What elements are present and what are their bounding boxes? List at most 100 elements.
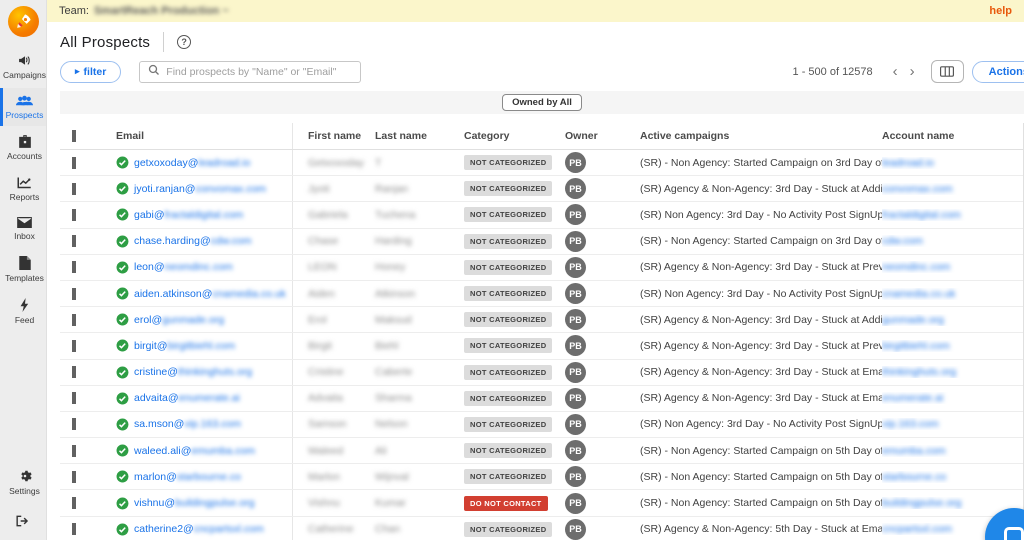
owner-avatar[interactable]: PB <box>565 335 586 357</box>
row-checkbox[interactable] <box>72 287 76 300</box>
actions-button[interactable]: Actions <box>971 60 1024 83</box>
first-name-cell: Birgit <box>308 339 332 352</box>
account-name-link[interactable]: cdw.com <box>882 235 923 247</box>
sidebar-item-accounts[interactable]: Accounts <box>0 128 46 167</box>
owner-avatar[interactable]: PB <box>565 387 586 409</box>
owner-avatar[interactable]: PB <box>565 309 586 331</box>
owner-avatar[interactable]: PB <box>565 204 586 226</box>
table-body: getxoxoday@leadroad.io Getxoxoday T NOT … <box>60 150 1023 540</box>
account-name-link[interactable]: fractaldigital.com <box>882 209 961 221</box>
account-name-link[interactable]: cncpartsxl.com <box>882 523 952 535</box>
filter-button[interactable]: ▸ filter <box>60 60 122 83</box>
column-header-last-name[interactable]: Last name <box>375 130 464 142</box>
sidebar-item-label: Accounts <box>7 151 42 161</box>
sidebar-item-feed[interactable]: Feed <box>0 291 46 331</box>
row-checkbox[interactable] <box>72 235 76 248</box>
account-name-link[interactable]: emumba.com <box>882 445 946 457</box>
row-checkbox[interactable] <box>72 366 76 379</box>
account-name-link[interactable]: vip.163.com <box>882 418 939 430</box>
column-header-account-name[interactable]: Account name <box>882 130 1023 142</box>
email-link[interactable]: birgit@birgitbiehl.com <box>116 339 235 352</box>
smartreach-logo-icon[interactable] <box>7 6 39 37</box>
account-name-link[interactable]: cnamedia.co.uk <box>882 288 956 300</box>
account-name-link[interactable]: buildingpulse.org <box>882 497 961 509</box>
owner-avatar[interactable]: PB <box>565 178 586 200</box>
row-checkbox[interactable] <box>72 470 76 483</box>
active-campaign-cell: (SR) - Non Agency: Started Campaign on 3… <box>640 235 882 248</box>
active-campaign-cell: (SR) Agency & Non-Agency: 3rd Day - Stuc… <box>640 313 882 326</box>
table-row: gabi@fractaldigital.com Gabriela Tuchena… <box>60 202 1023 229</box>
owner-avatar[interactable]: PB <box>565 152 586 174</box>
email-link[interactable]: chase.harding@cdw.com <box>116 235 251 248</box>
row-checkbox[interactable] <box>72 182 76 195</box>
column-header-active-campaigns[interactable]: Active campaigns <box>640 130 882 142</box>
account-name-link[interactable]: leadroad.io <box>882 157 934 169</box>
owner-avatar[interactable]: PB <box>565 413 586 435</box>
row-checkbox[interactable] <box>72 313 76 326</box>
account-name-link[interactable]: starbourne.co <box>882 471 946 483</box>
column-header-email[interactable]: Email <box>103 123 293 149</box>
row-checkbox[interactable] <box>72 444 76 457</box>
prev-page-button[interactable]: ‹ <box>887 64 904 79</box>
email-link[interactable]: advaita@enumerate.ai <box>116 392 240 405</box>
category-badge: NOT CATEGORIZED <box>464 207 553 223</box>
account-name-link[interactable]: enumerate.ai <box>882 392 943 404</box>
sidebar-item-prospects[interactable]: Prospects <box>0 88 46 126</box>
sidebar-item-reports[interactable]: Reports <box>0 169 46 208</box>
row-checkbox[interactable] <box>72 523 76 536</box>
logout-icon[interactable] <box>16 504 30 540</box>
owner-avatar[interactable]: PB <box>565 466 586 488</box>
email-link[interactable]: getxoxoday@leadroad.io <box>116 156 250 169</box>
first-name-cell: Marlon <box>308 470 341 483</box>
email-link[interactable]: erol@gunmade.org <box>116 313 224 326</box>
sidebar-item-settings[interactable]: Settings <box>0 462 46 502</box>
account-name-link[interactable]: gunmade.org <box>882 314 944 326</box>
team-name-dropdown[interactable]: SmartReach Production ~ <box>94 5 229 17</box>
row-checkbox[interactable] <box>72 418 76 431</box>
email-link[interactable]: waleed.ali@emumba.com <box>116 444 255 457</box>
column-header-owner[interactable]: Owner <box>565 130 640 142</box>
first-name-cell: Getxoxoday <box>308 156 365 169</box>
owner-avatar[interactable]: PB <box>565 283 586 305</box>
email-link[interactable]: jyoti.ranjan@convomax.com <box>116 182 266 195</box>
email-link[interactable]: aiden.atkinson@cnamedia.co.uk <box>116 287 286 300</box>
owner-avatar[interactable]: PB <box>565 492 586 514</box>
account-name-link[interactable]: neomdinc.com <box>882 261 950 273</box>
account-name-link[interactable]: thinkinghuts.org <box>882 366 956 378</box>
email-link[interactable]: catherine2@cncpartsxl.com <box>116 523 264 536</box>
email-link[interactable]: gabi@fractaldigital.com <box>116 208 243 221</box>
owner-avatar[interactable]: PB <box>565 518 586 540</box>
row-checkbox[interactable] <box>72 208 76 221</box>
search-input[interactable] <box>166 65 353 78</box>
sidebar-item-campaigns[interactable]: Campaigns <box>0 47 46 86</box>
column-header-category[interactable]: Category <box>464 130 565 142</box>
owner-avatar[interactable]: PB <box>565 361 586 383</box>
account-name-link[interactable]: convomax.com <box>882 183 953 195</box>
column-header-first-name[interactable]: First name <box>293 130 375 142</box>
select-all-checkbox[interactable] <box>72 130 76 142</box>
active-campaign-cell: (SR) Agency & Non-Agency: 3rd Day - Stuc… <box>640 366 882 379</box>
help-question-icon[interactable]: ? <box>177 35 192 49</box>
row-checkbox[interactable] <box>72 392 76 405</box>
sidebar-item-inbox[interactable]: Inbox <box>0 210 46 247</box>
owner-avatar[interactable]: PB <box>565 256 586 278</box>
email-link[interactable]: sa.mson@vip.163.com <box>116 418 241 431</box>
owned-by-chip[interactable]: Owned by All <box>502 94 582 111</box>
column-settings-button[interactable] <box>930 60 964 83</box>
row-checkbox[interactable] <box>72 339 76 352</box>
chart-icon <box>17 176 32 189</box>
help-link[interactable]: help <box>989 5 1012 17</box>
email-link[interactable]: cristine@thinkinghuts.org <box>116 366 252 379</box>
row-checkbox[interactable] <box>72 156 76 169</box>
owner-avatar[interactable]: PB <box>565 440 586 462</box>
owner-avatar[interactable]: PB <box>565 230 586 252</box>
email-link[interactable]: marlon@starbourne.co <box>116 470 241 483</box>
row-checkbox[interactable] <box>72 261 76 274</box>
sidebar-item-templates[interactable]: Templates <box>0 249 46 289</box>
account-name-link[interactable]: birgitbiehl.com <box>882 340 950 352</box>
email-link[interactable]: vishnu@buildingpulse.org <box>116 497 254 510</box>
first-name-cell: LEON <box>308 261 337 274</box>
row-checkbox[interactable] <box>72 497 76 510</box>
email-link[interactable]: leon@neomdinc.com <box>116 261 233 274</box>
next-page-button[interactable]: › <box>904 64 921 79</box>
